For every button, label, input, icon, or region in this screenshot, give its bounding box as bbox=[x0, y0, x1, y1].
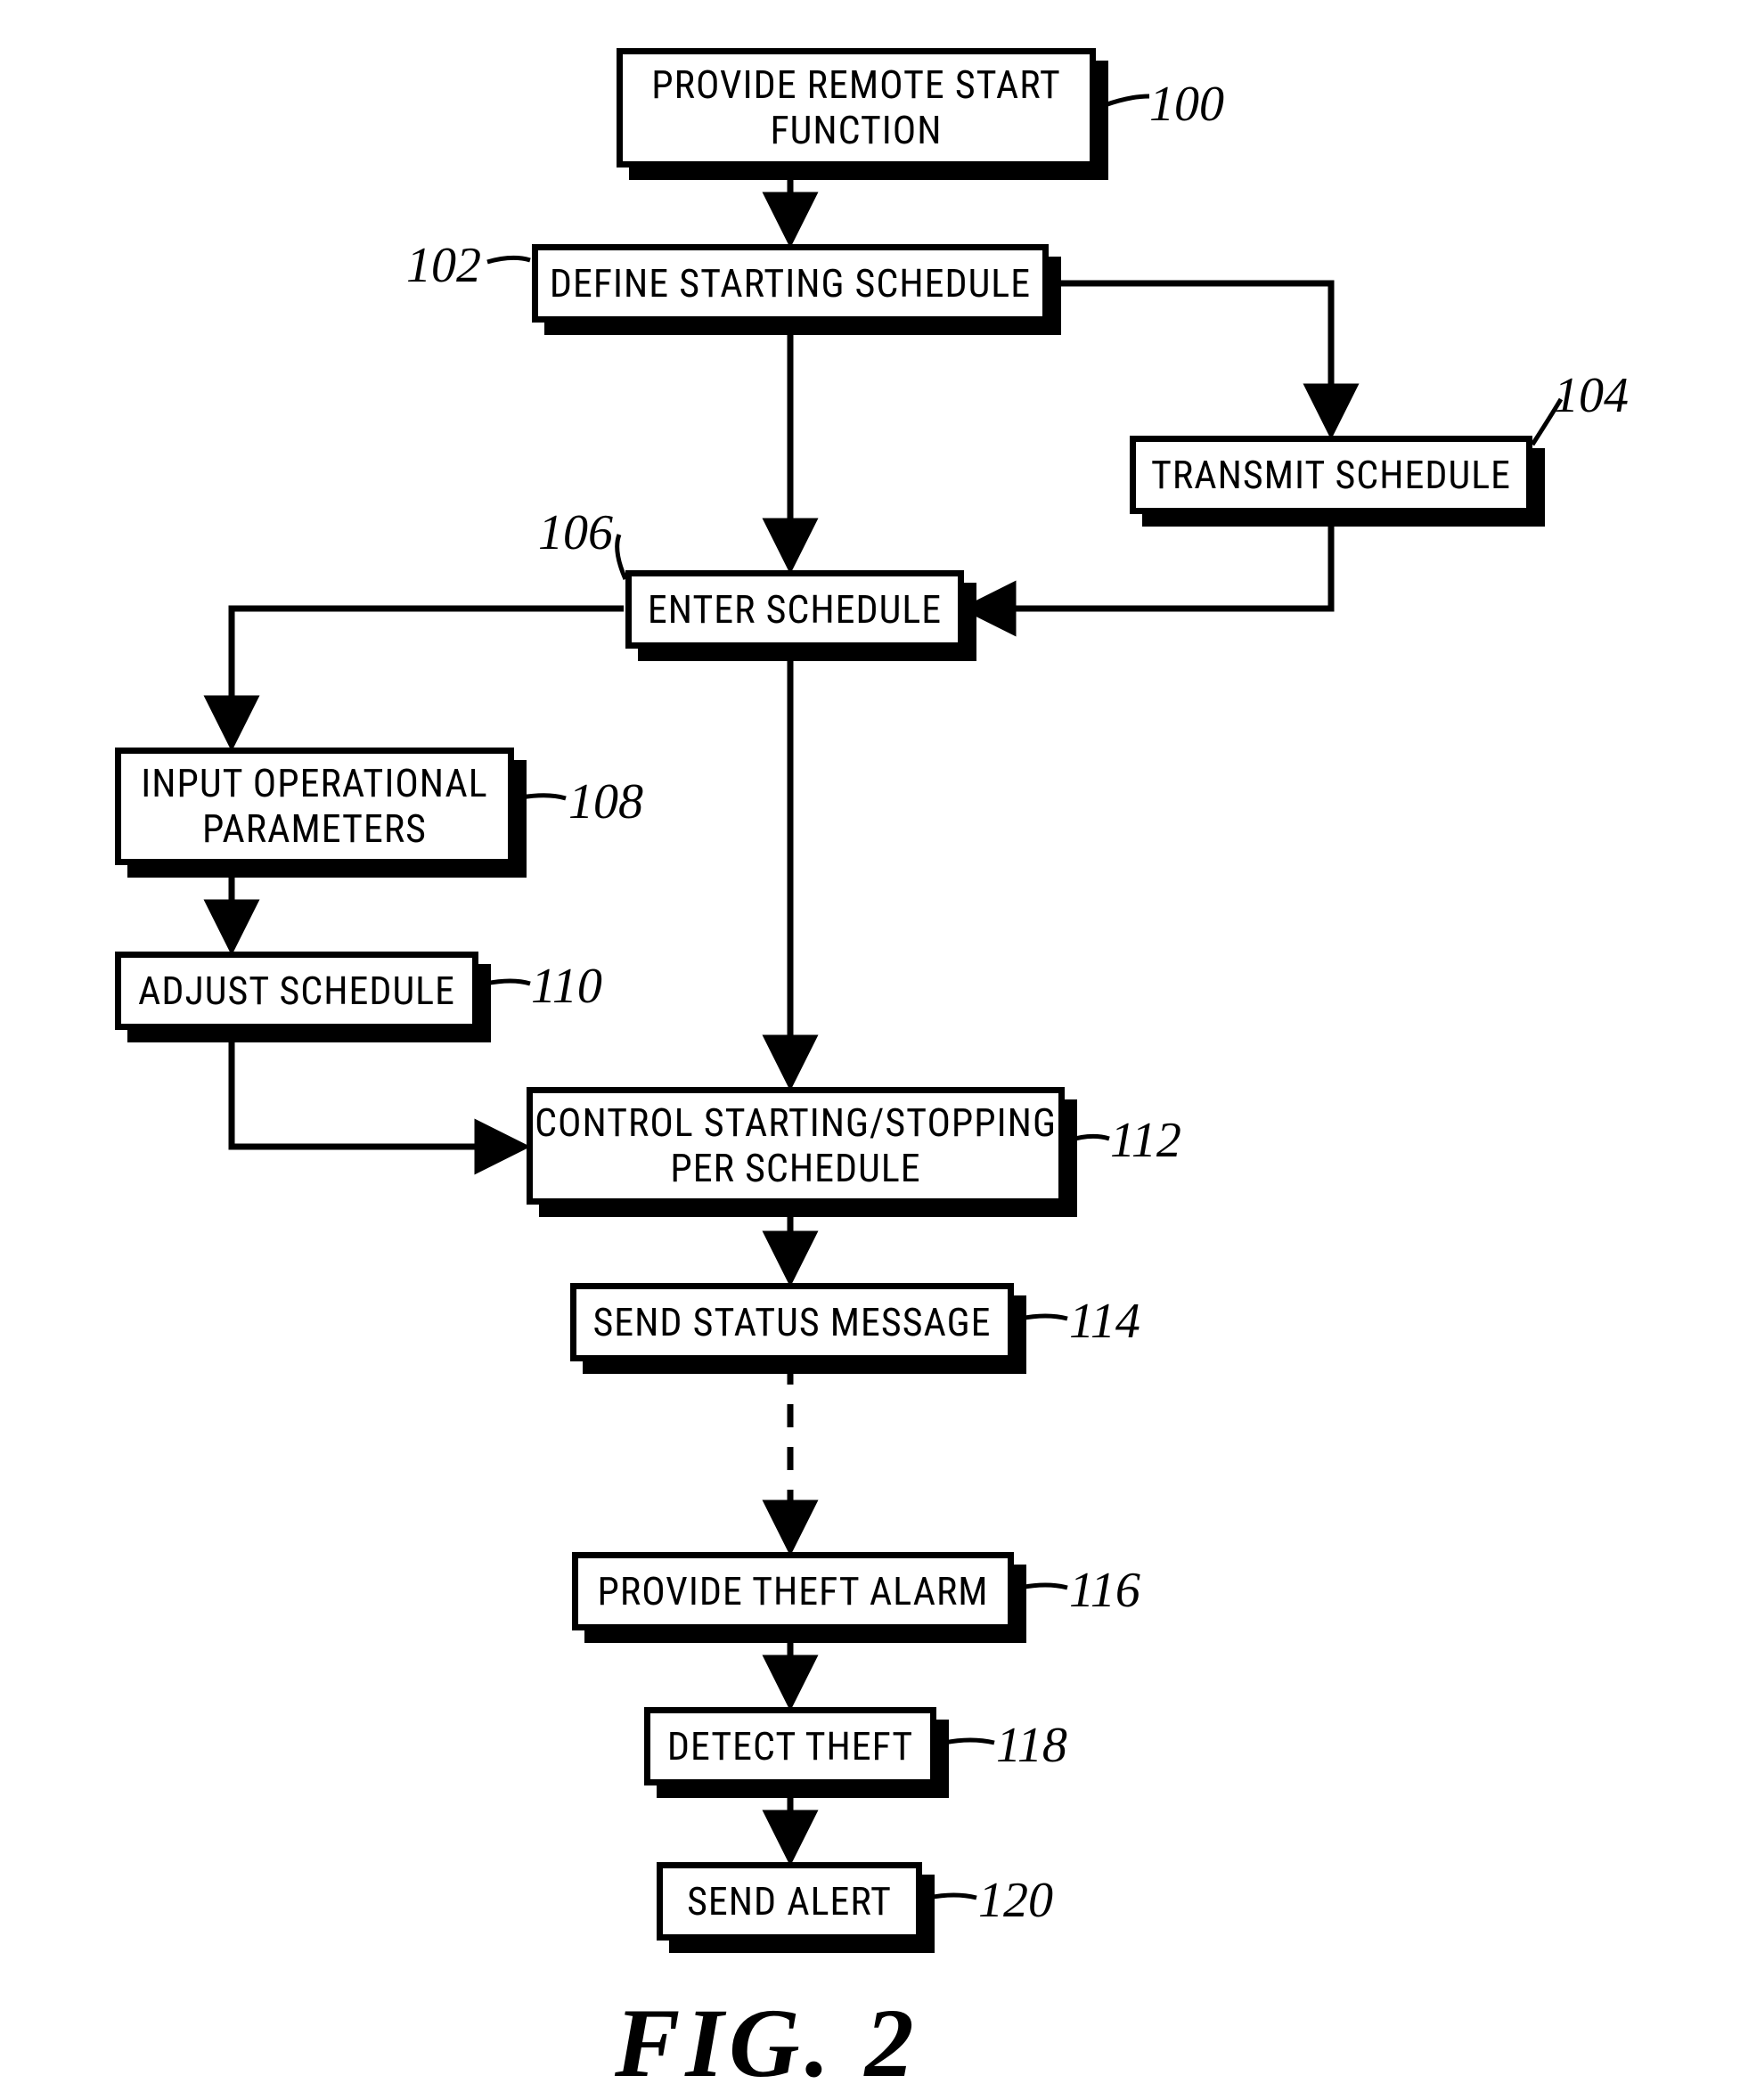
figure-caption: FIG. 2 bbox=[615, 1987, 919, 2100]
connectors bbox=[0, 0, 1740, 2092]
flowchart-stage: PROVIDE REMOTE START FUNCTION 100 DEFINE… bbox=[0, 0, 1740, 2092]
